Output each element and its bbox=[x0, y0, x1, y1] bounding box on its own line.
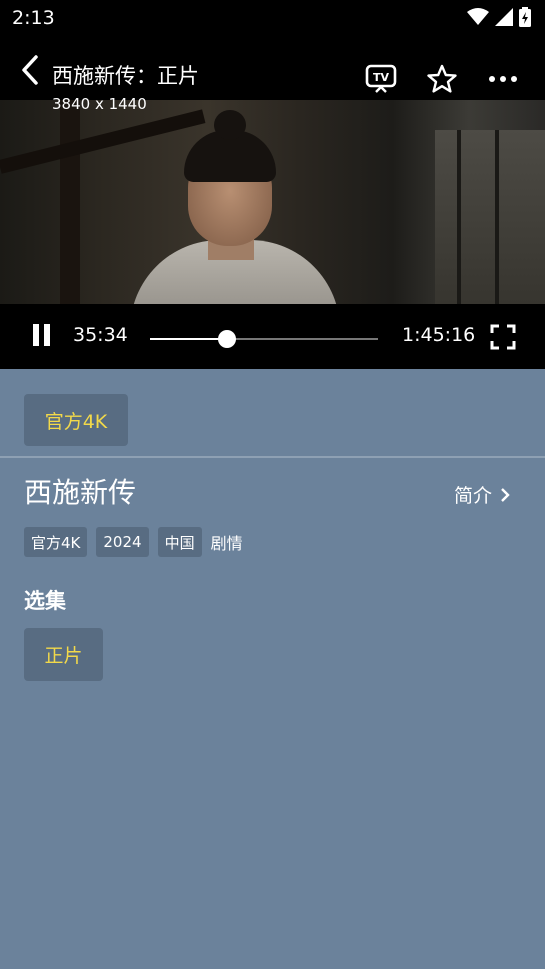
video-resolution: 3840 x 1440 bbox=[52, 95, 147, 113]
pause-button[interactable] bbox=[30, 322, 52, 350]
player-header: 西施新传：正片 3840 x 1440 TV bbox=[0, 36, 545, 113]
seek-progress bbox=[150, 338, 228, 340]
tag-quality: 官方4K bbox=[24, 527, 88, 557]
tv-cast-icon: TV bbox=[365, 64, 397, 93]
player-controls: 35:34 1:45:16 bbox=[0, 304, 545, 369]
status-bar: 2:13 bbox=[0, 0, 545, 36]
wifi-icon bbox=[467, 8, 489, 25]
status-time: 2:13 bbox=[12, 7, 55, 29]
video-title: 西施新传：正片 bbox=[52, 64, 199, 88]
chevron-right-icon bbox=[501, 487, 510, 502]
favorite-button[interactable] bbox=[425, 62, 459, 96]
source-button[interactable]: 官方4K bbox=[24, 394, 128, 446]
video-player[interactable]: 西施新传：正片 3840 x 1440 TV 35:34 1:45:16 bbox=[0, 36, 545, 369]
intro-link[interactable]: 简介 bbox=[454, 481, 510, 508]
svg-text:TV: TV bbox=[373, 71, 390, 84]
intro-label: 简介 bbox=[454, 485, 493, 507]
seek-thumb[interactable] bbox=[218, 330, 237, 348]
battery-charging-icon bbox=[519, 7, 531, 27]
back-icon bbox=[22, 55, 38, 85]
video-frame[interactable] bbox=[0, 100, 545, 304]
more-button[interactable] bbox=[486, 62, 520, 96]
divider bbox=[0, 456, 545, 458]
fullscreen-icon bbox=[490, 324, 516, 350]
current-time: 35:34 bbox=[73, 324, 128, 346]
tag-genre: 剧情 bbox=[210, 534, 243, 553]
fullscreen-button[interactable] bbox=[490, 324, 516, 350]
pause-icon bbox=[33, 324, 39, 346]
cast-button[interactable]: TV bbox=[364, 62, 398, 96]
episodes-heading: 选集 bbox=[24, 589, 66, 613]
star-icon bbox=[427, 64, 457, 93]
status-icons bbox=[467, 7, 531, 27]
seek-bar[interactable] bbox=[150, 330, 378, 348]
tag-region: 中国 bbox=[157, 527, 202, 557]
back-button[interactable] bbox=[12, 52, 48, 88]
show-title: 西施新传 bbox=[24, 476, 137, 509]
show-tags: 官方4K 2024 中国 剧情 bbox=[24, 527, 250, 557]
signal-icon bbox=[495, 8, 513, 26]
tag-year: 2024 bbox=[96, 527, 149, 557]
more-icon bbox=[489, 76, 517, 82]
episode-button[interactable]: 正片 bbox=[24, 628, 103, 681]
total-time: 1:45:16 bbox=[402, 324, 476, 346]
